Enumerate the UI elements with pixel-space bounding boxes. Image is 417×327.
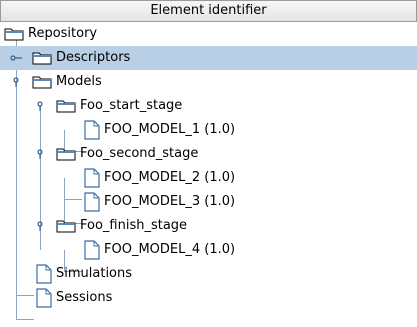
tree-node-foo-model-4[interactable]: FOO_MODEL_4 (1.0): [0, 238, 417, 262]
document-icon: [84, 168, 100, 188]
tree-node-label: Foo_start_stage: [80, 98, 183, 113]
tree-node-foo-model-3[interactable]: FOO_MODEL_3 (1.0): [0, 190, 417, 214]
tree-node-foo-start-stage[interactable]: Foo_start_stage: [0, 94, 417, 118]
tree-node-label: FOO_MODEL_1 (1.0): [104, 122, 236, 137]
document-icon: [84, 120, 100, 140]
tree-node-label: FOO_MODEL_3 (1.0): [104, 194, 236, 209]
tree-node-label: Repository: [28, 26, 98, 41]
expanded-handle-icon[interactable]: [10, 77, 22, 87]
tree-node-repository[interactable]: Repository: [0, 22, 417, 46]
tree-node-label: Models: [56, 74, 102, 89]
folder-icon: [32, 76, 52, 89]
tree-node-label: Foo_finish_stage: [80, 218, 188, 233]
tree-node-foo-finish-stage[interactable]: Foo_finish_stage: [0, 214, 417, 238]
column-header-element-identifier[interactable]: Element identifier: [0, 0, 417, 22]
expanded-handle-icon[interactable]: [34, 221, 46, 231]
tree-node-sessions[interactable]: Sessions: [0, 286, 417, 310]
folder-icon: [56, 100, 76, 113]
expanded-handle-icon[interactable]: [34, 101, 46, 111]
tree-node-foo-model-1[interactable]: FOO_MODEL_1 (1.0): [0, 118, 417, 142]
element-tree[interactable]: Repository Descriptors Models Foo_start_…: [0, 22, 417, 327]
folder-icon: [56, 220, 76, 233]
tree-node-label: FOO_MODEL_4 (1.0): [104, 242, 236, 257]
folder-icon: [56, 148, 76, 161]
tree-node-simulations[interactable]: Simulations: [0, 262, 417, 286]
document-icon: [84, 192, 100, 212]
collapsed-handle-icon[interactable]: [10, 53, 22, 63]
expanded-handle-icon[interactable]: [34, 149, 46, 159]
tree-node-label: Sessions: [56, 290, 113, 305]
tree-node-label: Foo_second_stage: [80, 146, 199, 161]
document-icon: [36, 288, 52, 308]
tree-connector: [16, 319, 34, 320]
tree-node-descriptors[interactable]: Descriptors: [0, 46, 417, 70]
tree-node-label: Descriptors: [56, 50, 131, 65]
tree-node-label: Simulations: [56, 266, 133, 281]
tree-node-models[interactable]: Models: [0, 70, 417, 94]
column-header-label: Element identifier: [150, 3, 267, 18]
tree-node-foo-second-stage[interactable]: Foo_second_stage: [0, 142, 417, 166]
folder-icon: [32, 52, 52, 65]
document-icon: [36, 264, 52, 284]
tree-node-label: FOO_MODEL_2 (1.0): [104, 170, 236, 185]
tree-node-foo-model-2[interactable]: FOO_MODEL_2 (1.0): [0, 166, 417, 190]
document-icon: [84, 240, 100, 260]
folder-icon: [4, 28, 24, 41]
